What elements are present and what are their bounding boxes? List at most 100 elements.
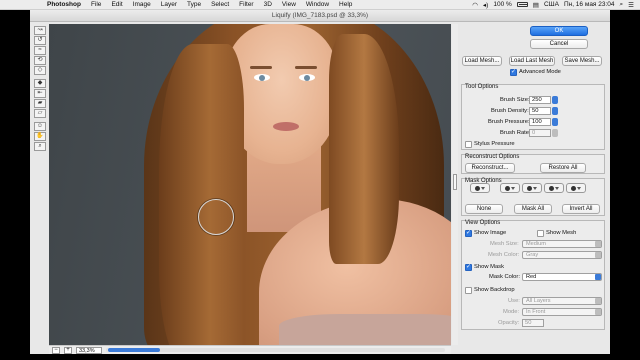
portrait-eye-left [254, 74, 270, 81]
face-tool-icon[interactable]: ☺ [34, 122, 46, 131]
menu-layer[interactable]: Layer [156, 1, 182, 8]
thaw-mask-tool-icon[interactable]: ▱ [34, 109, 46, 118]
portrait-brow-left [250, 66, 272, 69]
show-mask-label: Show Mask [474, 264, 504, 270]
stylus-pressure-checkbox[interactable] [465, 141, 472, 148]
notification-center-icon[interactable]: ☰ [628, 1, 634, 9]
battery-icon[interactable] [516, 2, 528, 7]
smooth-tool-icon[interactable]: ≈ [34, 46, 46, 55]
menu-select[interactable]: Select [206, 1, 234, 8]
brush-density-field[interactable]: 50 [529, 107, 551, 115]
search-icon[interactable]: ⌕ [620, 1, 624, 9]
menu-help[interactable]: Help [334, 1, 357, 8]
input-locale[interactable]: США [544, 1, 559, 8]
cancel-button[interactable]: Cancel [530, 39, 588, 49]
zoom-out-button[interactable]: − [52, 346, 60, 354]
brush-pressure-field[interactable]: 100 [529, 118, 551, 126]
liquify-toolstrip: ↝ ↺ ≈ ⟲ ◇ ◆ ⇤ ▰ ▱ ☺ ✋ ⌕ [33, 26, 47, 152]
restore-all-button[interactable]: Restore All [540, 163, 586, 173]
brush-size-field[interactable]: 250 [529, 96, 551, 104]
tool-options-title: Tool Options [465, 84, 499, 90]
menu-edit[interactable]: Edit [106, 1, 127, 8]
show-backdrop-label: Show Backdrop [474, 287, 515, 293]
menu-image[interactable]: Image [128, 1, 156, 8]
mesh-color-chevron-icon [595, 252, 601, 258]
zoom-level-field[interactable]: 33,3% [76, 346, 102, 354]
forward-warp-tool-icon[interactable]: ↝ [34, 26, 46, 35]
use-value: All Layers [526, 298, 551, 304]
hand-tool-icon[interactable]: ✋ [34, 132, 46, 141]
bloat-tool-icon[interactable]: ◆ [34, 79, 46, 88]
reconstruct-options-group: Reconstruct Options Reconstruct... Resto… [461, 154, 605, 174]
advanced-mode-checkbox[interactable] [510, 68, 517, 76]
brush-density-label: Brush Density: [491, 108, 529, 114]
reconstruct-options-title: Reconstruct Options [465, 154, 520, 160]
show-image-checkbox[interactable] [465, 229, 472, 237]
clock[interactable]: Пн, 16 мая 23:04 [564, 1, 615, 8]
opacity-field[interactable]: 50 [522, 319, 544, 327]
mesh-size-select[interactable]: Medium [522, 240, 602, 248]
stylus-pressure-label: Stylus Pressure [474, 141, 515, 147]
brush-cursor [198, 199, 234, 235]
show-mask-checkbox[interactable] [465, 263, 472, 271]
menu-view[interactable]: View [277, 1, 301, 8]
brush-size-label: Brush Size: [500, 97, 530, 103]
menu-type[interactable]: Type [182, 1, 206, 8]
brush-size-stepper[interactable] [552, 96, 558, 104]
invert-selection-icon[interactable] [566, 183, 586, 193]
divider-grip[interactable] [453, 174, 457, 190]
brush-rate-stepper[interactable] [552, 129, 558, 137]
advanced-mode-label: Advanced Mode [519, 69, 561, 75]
brush-pressure-stepper[interactable] [552, 118, 558, 126]
subtract-from-selection-icon[interactable] [522, 183, 542, 193]
portrait-hair-right [329, 34, 399, 264]
replace-selection-icon[interactable] [470, 183, 490, 193]
wifi-icon[interactable]: ◠ [472, 1, 478, 9]
use-label: Use: [508, 298, 520, 304]
freeze-mask-tool-icon[interactable]: ▰ [34, 99, 46, 108]
menu-filter[interactable]: Filter [234, 1, 258, 8]
horizontal-scrollbar[interactable] [106, 348, 445, 352]
invert-all-button[interactable]: Invert All [562, 204, 600, 214]
use-select[interactable]: All Layers [522, 297, 602, 305]
mode-select[interactable]: In Front [522, 308, 602, 316]
flag-icon[interactable]: ▤ [533, 1, 539, 9]
menu-app[interactable]: Photoshop [42, 1, 86, 8]
preview-canvas[interactable] [49, 24, 451, 345]
mask-all-button[interactable]: Mask All [514, 204, 552, 214]
show-mesh-checkbox[interactable] [537, 230, 544, 237]
zoom-in-button[interactable]: + [64, 346, 72, 354]
mask-color-select[interactable]: Red [522, 273, 602, 281]
mesh-size-chevron-icon [595, 241, 601, 247]
scroll-thumb[interactable] [108, 348, 160, 352]
add-to-selection-icon[interactable] [500, 183, 520, 193]
reconstruct-tool-icon[interactable]: ↺ [34, 36, 46, 45]
intersect-selection-icon[interactable] [544, 183, 564, 193]
panel-divider[interactable] [452, 24, 458, 345]
pucker-tool-icon[interactable]: ◇ [34, 66, 46, 75]
mesh-color-label: Mesh Color: [488, 252, 520, 258]
menubar: Photoshop File Edit Image Layer Type Sel… [0, 0, 640, 10]
use-chevron-icon [595, 298, 601, 304]
load-mesh-button[interactable]: Load Mesh... [462, 56, 502, 66]
twirl-tool-icon[interactable]: ⟲ [34, 56, 46, 65]
volume-icon[interactable]: ◂) [483, 1, 488, 9]
reconstruct-button[interactable]: Reconstruct... [465, 163, 515, 173]
mesh-color-select[interactable]: Gray [522, 251, 602, 259]
menu-3d[interactable]: 3D [259, 1, 277, 8]
brush-density-stepper[interactable] [552, 107, 558, 115]
mask-color-label: Mask Color: [489, 274, 520, 280]
push-left-tool-icon[interactable]: ⇤ [34, 89, 46, 98]
show-backdrop-checkbox[interactable] [465, 287, 472, 294]
load-last-mesh-button[interactable]: Load Last Mesh [509, 56, 555, 66]
save-mesh-button[interactable]: Save Mesh... [562, 56, 602, 66]
brush-rate-field[interactable]: 0 [529, 129, 551, 137]
ok-button[interactable]: OK [530, 26, 588, 36]
show-image-label: Show Image [474, 230, 507, 236]
portrait-brow-right [295, 66, 317, 69]
menu-file[interactable]: File [86, 1, 106, 8]
zoom-tool-icon[interactable]: ⌕ [34, 142, 46, 151]
options-panel: OK Cancel Load Mesh... Load Last Mesh Sa… [460, 24, 606, 352]
menu-window[interactable]: Window [301, 1, 334, 8]
mask-none-button[interactable]: None [465, 204, 503, 214]
